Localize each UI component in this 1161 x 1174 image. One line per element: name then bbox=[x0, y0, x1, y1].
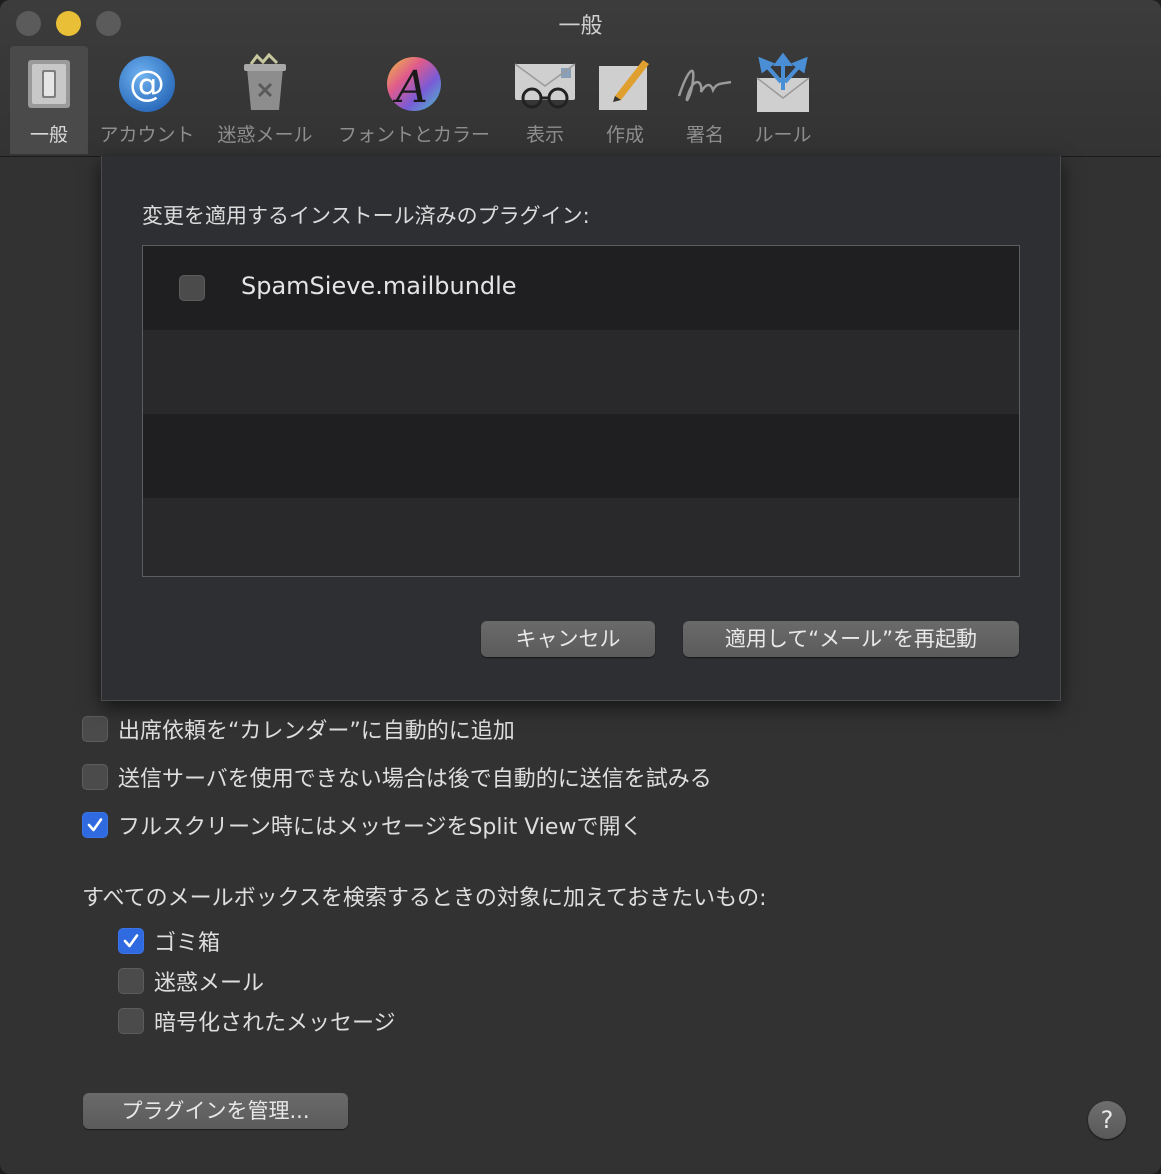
checkbox[interactable] bbox=[82, 716, 108, 742]
toolbar-item-fonts-colors[interactable]: A フォントとカラー bbox=[332, 46, 496, 154]
sheet-label: 変更を適用するインストール済みのプラグイン: bbox=[142, 204, 590, 228]
preferences-window: 一般 一般 @ アカウント 迷惑メール A フォントとカラー 表示 作成 署名 … bbox=[0, 0, 1161, 1174]
toolbar-item-general[interactable]: 一般 bbox=[10, 46, 88, 154]
list-row-empty bbox=[143, 330, 1019, 414]
checkbox-checked[interactable] bbox=[82, 812, 108, 838]
plugin-checkbox[interactable] bbox=[179, 275, 205, 301]
checkmark-icon bbox=[87, 818, 103, 832]
list-row-empty bbox=[143, 498, 1019, 576]
compose-pencil-icon bbox=[599, 60, 649, 110]
svg-text:A: A bbox=[392, 62, 428, 113]
toolbar-item-label: 作成 bbox=[605, 124, 644, 146]
viewing-glasses-icon bbox=[514, 63, 576, 109]
apply-restart-button[interactable]: 適用して“メール”を再起動 bbox=[683, 621, 1019, 657]
font-color-icon: A bbox=[387, 57, 441, 113]
option-label: 出席依頼を“カレンダー”に自動的に追加 bbox=[118, 719, 515, 744]
toolbar-item-accounts[interactable]: @ アカウント bbox=[96, 46, 198, 154]
toolbar: 一般 一般 @ アカウント 迷惑メール A フォントとカラー 表示 作成 署名 … bbox=[0, 0, 1161, 157]
list-row-empty bbox=[143, 414, 1019, 498]
toolbar-item-viewing[interactable]: 表示 bbox=[510, 46, 580, 154]
checkbox-checked[interactable] bbox=[118, 928, 144, 954]
toolbar-item-label: フォントとカラー bbox=[337, 124, 490, 146]
window-title: 一般 bbox=[558, 14, 603, 39]
plugin-name: SpamSieve.mailbundle bbox=[241, 272, 517, 300]
option-label: 暗号化されたメッセージ bbox=[154, 1011, 396, 1036]
option-label: ゴミ箱 bbox=[154, 931, 221, 956]
search-include-label: すべてのメールボックスを検索するときの対象に加えておきたいもの: bbox=[82, 886, 767, 911]
signature-icon bbox=[677, 69, 732, 102]
rules-envelope-icon bbox=[756, 52, 810, 112]
plugin-list[interactable]: SpamSieve.mailbundle bbox=[142, 245, 1020, 577]
toolbar-item-label: 署名 bbox=[685, 124, 724, 146]
toolbar-item-signatures[interactable]: 署名 bbox=[670, 46, 740, 154]
toolbar-item-label: 表示 bbox=[525, 124, 564, 146]
manage-plugins-button[interactable]: プラグインを管理... bbox=[83, 1093, 348, 1129]
at-sign-icon: @ bbox=[119, 56, 175, 112]
toolbar-item-junk[interactable]: 迷惑メール bbox=[214, 46, 316, 154]
option-label: 迷惑メール bbox=[154, 971, 265, 996]
option-label: 送信サーバを使用できない場合は後で自動的に送信を試みる bbox=[118, 767, 712, 792]
checkbox[interactable] bbox=[118, 968, 144, 994]
option-label: フルスクリーン時にはメッセージをSplit Viewで開く bbox=[118, 815, 643, 840]
toolbar-item-label: 一般 bbox=[29, 124, 68, 146]
checkbox[interactable] bbox=[118, 1008, 144, 1034]
toolbar-item-label: 迷惑メール bbox=[217, 124, 313, 146]
checkbox[interactable] bbox=[82, 764, 108, 790]
svg-text:@: @ bbox=[129, 64, 165, 105]
junk-trash-icon bbox=[244, 52, 286, 110]
checkmark-icon bbox=[123, 934, 139, 948]
general-switch-icon bbox=[28, 60, 70, 108]
list-item[interactable]: SpamSieve.mailbundle bbox=[143, 246, 1019, 330]
toolbar-item-label: ルール bbox=[754, 124, 812, 146]
toolbar-item-label: アカウント bbox=[99, 124, 195, 146]
cancel-button[interactable]: キャンセル bbox=[481, 621, 655, 657]
help-button[interactable]: ? bbox=[1088, 1101, 1126, 1139]
toolbar-item-rules[interactable]: ルール bbox=[750, 46, 816, 154]
plugins-sheet: 変更を適用するインストール済みのプラグイン: SpamSieve.mailbun… bbox=[101, 156, 1061, 701]
toolbar-item-composing[interactable]: 作成 bbox=[592, 46, 658, 154]
